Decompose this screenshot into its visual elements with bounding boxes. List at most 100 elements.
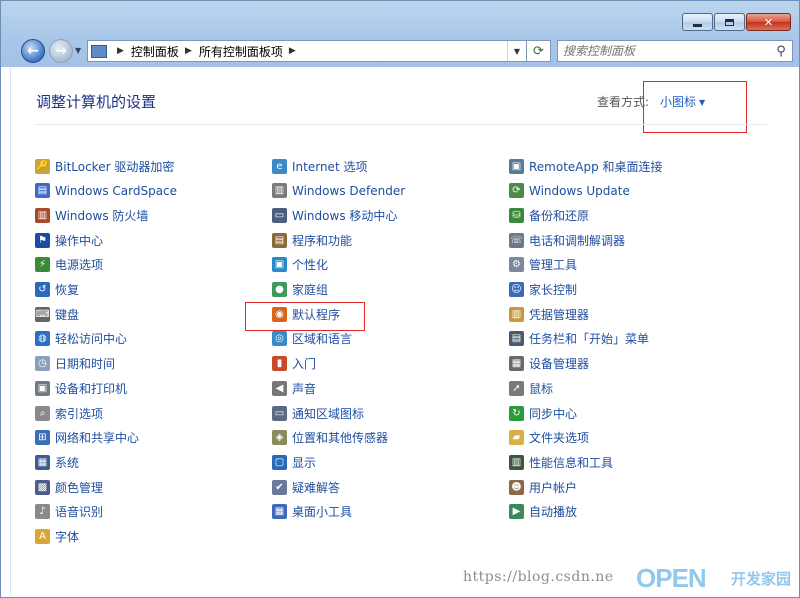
control-panel-item[interactable]: ☏ 电话和调制解调器 <box>509 230 625 250</box>
maximize-button[interactable] <box>714 13 745 31</box>
phone-modem-icon: ☏ <box>509 232 524 248</box>
breadcrumb-separator-icon[interactable]: ▶ <box>185 46 192 56</box>
back-arrow-icon: ← <box>27 43 39 59</box>
control-panel-item-label: Windows 防火墙 <box>55 208 149 223</box>
forward-button[interactable]: → <box>49 39 73 63</box>
control-panel-item-label: 用户帐户 <box>529 480 578 495</box>
breadcrumb-control-panel[interactable]: 控制面板 <box>131 43 179 60</box>
control-panel-item[interactable]: ⊞ 网络和共享中心 <box>35 428 139 448</box>
control-panel-item[interactable]: ↻ 同步中心 <box>509 403 577 423</box>
control-panel-item[interactable]: ▮ 入门 <box>272 354 316 374</box>
control-panel-item[interactable]: ◷ 日期和时间 <box>35 354 115 374</box>
control-panel-item[interactable]: ▭ Windows 移动中心 <box>272 205 397 225</box>
control-panel-item[interactable]: ✔ 疑难解答 <box>272 477 340 497</box>
control-panel-item[interactable]: ☻ 用户帐户 <box>509 477 577 497</box>
control-panel-item[interactable]: ▥ Windows Defender <box>272 181 405 201</box>
network-sharing-icon: ⊞ <box>35 430 50 446</box>
control-panel-item[interactable]: ▣ RemoteApp 和桌面连接 <box>509 156 663 176</box>
control-panel-item-label: 字体 <box>55 530 80 544</box>
performance-icon: ▥ <box>509 454 524 470</box>
control-panel-item-label: 系统 <box>55 455 80 470</box>
control-panel-item[interactable]: ◀ 声音 <box>272 378 316 398</box>
control-panel-item[interactable]: ● 家庭组 <box>272 280 328 300</box>
ease-of-access-icon: ◍ <box>35 331 50 347</box>
control-panel-item[interactable]: ▣ 个性化 <box>272 255 328 275</box>
control-panel-item[interactable]: ⟳ Windows Update <box>509 181 630 201</box>
address-dropdown-button[interactable]: ▼ <box>507 41 526 61</box>
control-panel-item[interactable]: ☺ 家长控制 <box>509 280 577 300</box>
breadcrumb-separator-icon[interactable]: ▶ <box>117 46 124 56</box>
date-time-icon: ◷ <box>35 356 50 372</box>
control-panel-item-label: 轻松访问中心 <box>55 332 128 347</box>
control-panel-item[interactable]: ▤ 程序和功能 <box>272 230 352 250</box>
search-icon[interactable]: ⚲ <box>770 44 792 59</box>
control-panel-item[interactable]: ➚ 鼠标 <box>509 378 553 398</box>
remoteapp-icon: ▣ <box>509 158 524 174</box>
recent-pages-dropdown[interactable]: ▼ <box>75 46 81 55</box>
control-panel-item[interactable]: ▩ 颜色管理 <box>35 477 103 497</box>
back-button[interactable]: ← <box>21 39 45 63</box>
control-panel-item[interactable]: ▰ 文件夹选项 <box>509 428 589 448</box>
view-by-highlight-box <box>643 81 747 133</box>
control-panel-item[interactable]: ⌨ 键盘 <box>35 304 79 324</box>
forward-arrow-icon: → <box>55 43 67 59</box>
control-panel-item-label: 恢复 <box>55 283 80 297</box>
control-panel-item[interactable]: ▦ 系统 <box>35 452 79 472</box>
breadcrumb-all-items[interactable]: 所有控制面板项 <box>199 43 283 60</box>
autoplay-icon: ▶ <box>509 504 524 520</box>
breadcrumb-separator-icon[interactable]: ▶ <box>289 46 296 56</box>
header-divider <box>35 124 767 125</box>
control-panel-item[interactable]: ⚙ 管理工具 <box>509 255 577 275</box>
control-panel-item[interactable]: ▦ 设备管理器 <box>509 354 589 374</box>
control-panel-item[interactable]: ▶ 自动播放 <box>509 502 577 522</box>
control-panel-item-label: 桌面小工具 <box>292 505 353 520</box>
control-panel-item[interactable]: ♪ 语音识别 <box>35 502 103 522</box>
control-panel-item[interactable]: ◍ 轻松访问中心 <box>35 329 127 349</box>
programs-features-icon: ▤ <box>272 232 287 248</box>
search-input[interactable] <box>558 43 770 59</box>
control-panel-item-label: 个性化 <box>292 258 329 273</box>
action-center-flag-icon: ⚑ <box>35 232 50 248</box>
devices-printers-icon: ▣ <box>35 380 50 396</box>
control-panel-item[interactable]: A 字体 <box>35 527 79 547</box>
control-panel-item[interactable]: ⚑ 操作中心 <box>35 230 103 250</box>
admin-tools-icon: ⚙ <box>509 257 524 273</box>
control-panel-item-label: 管理工具 <box>529 258 578 273</box>
control-panel-item[interactable]: e Internet 选项 <box>272 156 367 176</box>
control-panel-item-label: Windows Update <box>529 183 630 198</box>
parental-controls-icon: ☺ <box>509 282 524 297</box>
indexing-icon: ⌕ <box>35 405 50 421</box>
control-panel-item[interactable]: ⛁ 备份和还原 <box>509 205 589 225</box>
control-panel-item[interactable]: ▭ 通知区域图标 <box>272 403 364 423</box>
close-button[interactable]: ✕ <box>746 13 791 31</box>
control-panel-item[interactable]: ▣ 设备和打印机 <box>35 378 127 398</box>
watermark-logo: OPEN <box>636 563 707 593</box>
control-panel-item[interactable]: 🔑 BitLocker 驱动器加密 <box>35 156 174 176</box>
control-panel-item[interactable]: ▥ 凭据管理器 <box>509 304 589 324</box>
control-panel-item-label: 程序和功能 <box>292 233 353 248</box>
control-panel-item[interactable]: ◎ 区域和语言 <box>272 329 352 349</box>
control-panel-item-label: 设备管理器 <box>529 357 590 372</box>
control-panel-item[interactable]: ▤ 任务栏和「开始」菜单 <box>509 329 649 349</box>
control-panel-item[interactable]: ▦ 桌面小工具 <box>272 502 352 522</box>
control-panel-item[interactable]: ▥ Windows 防火墙 <box>35 205 148 225</box>
control-panel-item-label: 区域和语言 <box>292 332 353 347</box>
chevron-down-icon: ▼ <box>75 46 82 55</box>
control-panel-item[interactable]: ▥ 性能信息和工具 <box>509 452 613 472</box>
control-panel-item[interactable]: ↺ 恢复 <box>35 280 79 300</box>
refresh-icon: ⟳ <box>533 43 544 59</box>
control-panel-item[interactable]: ⌕ 索引选项 <box>35 403 103 423</box>
control-panel-item-label: Windows CardSpace <box>55 183 178 198</box>
control-panel-item-label: 显示 <box>292 455 317 470</box>
control-panel-item[interactable]: ◈ 位置和其他传感器 <box>272 428 388 448</box>
address-bar[interactable]: ▶ 控制面板 ▶ 所有控制面板项 ▶ ▼ <box>87 40 527 62</box>
control-panel-item-label: 键盘 <box>55 307 80 322</box>
control-panel-item[interactable]: ⚡ 电源选项 <box>35 255 103 275</box>
control-panel-item[interactable]: ▤ Windows CardSpace <box>35 181 177 201</box>
control-panel-item-label: 疑难解答 <box>292 480 341 495</box>
personalization-icon: ▣ <box>272 257 287 273</box>
caption-buttons: ✕ <box>681 13 791 31</box>
refresh-button[interactable]: ⟳ <box>527 40 551 62</box>
minimize-button[interactable] <box>682 13 713 31</box>
control-panel-item[interactable]: ▢ 显示 <box>272 452 316 472</box>
